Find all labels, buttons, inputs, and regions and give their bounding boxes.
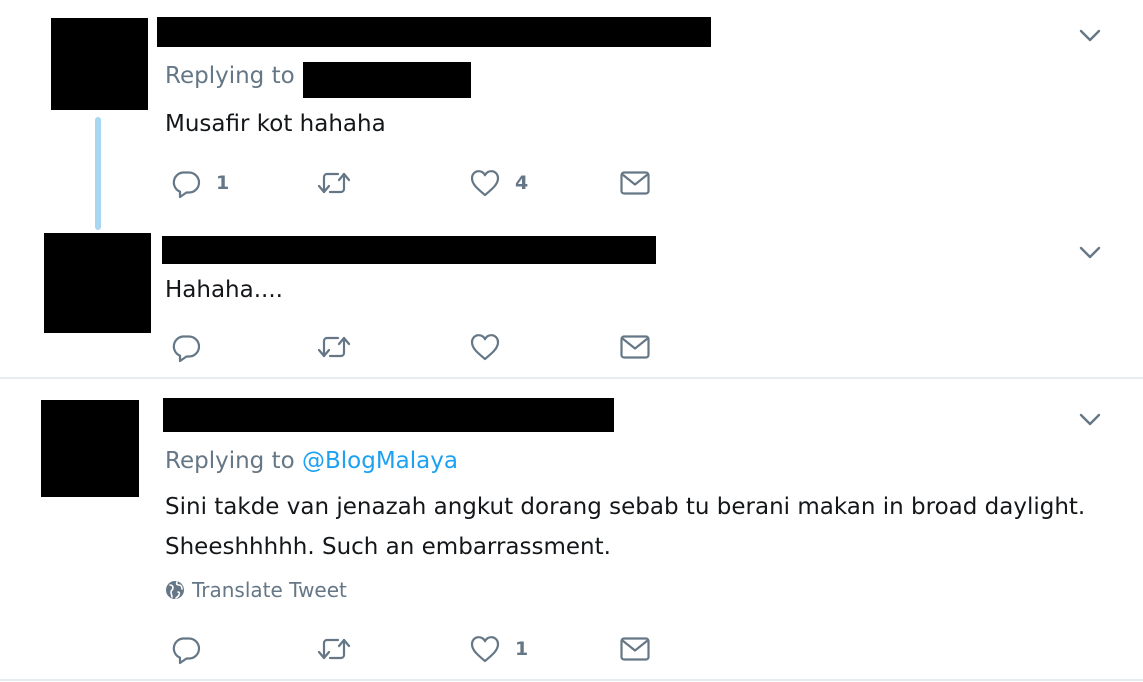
reply-icon: [170, 167, 202, 199]
like-button[interactable]: [469, 330, 515, 364]
direct-message-button[interactable]: [619, 330, 651, 364]
reply-icon: [170, 331, 202, 363]
thread-connector: [95, 117, 101, 230]
chevron-down-icon: [1079, 413, 1101, 427]
replying-to: Replying to: [165, 63, 295, 89]
heart-icon: [469, 331, 501, 363]
tweet-caret-button[interactable]: [1079, 412, 1101, 431]
avatar[interactable]: [44, 233, 151, 333]
tweet-text-line: Sini takde van jenazah angkut dorang seb…: [165, 494, 1086, 520]
retweet-icon: [316, 633, 352, 665]
tweet-text: Hahaha....: [165, 277, 283, 303]
retweet-icon: [316, 331, 352, 363]
author-name-redacted[interactable]: [162, 236, 656, 264]
retweet-button[interactable]: [316, 632, 352, 666]
tweet-caret-button[interactable]: [1079, 245, 1101, 264]
heart-icon: [469, 633, 501, 665]
avatar[interactable]: [51, 18, 148, 110]
reply-button[interactable]: 1: [170, 166, 229, 200]
reply-button[interactable]: [170, 632, 216, 666]
tweet-divider: [0, 679, 1143, 681]
translate-tweet-link[interactable]: Translate Tweet: [165, 578, 347, 602]
tweet-divider: [0, 377, 1143, 379]
like-count: 1: [515, 638, 529, 660]
author-name-redacted[interactable]: [163, 398, 614, 432]
retweet-icon: [316, 167, 352, 199]
envelope-icon: [619, 633, 651, 665]
retweet-button[interactable]: [316, 330, 352, 364]
replying-to-label: Replying to: [165, 448, 295, 474]
like-button[interactable]: 1: [469, 632, 528, 666]
translate-tweet-label: Translate Tweet: [192, 578, 347, 602]
replying-to: Replying to @BlogMalaya: [165, 448, 458, 474]
like-count: 4: [515, 172, 529, 194]
replying-to-label: Replying to: [165, 63, 295, 89]
replying-handle-redacted[interactable]: [303, 62, 471, 98]
avatar[interactable]: [41, 400, 139, 497]
tweet-text: Sini takde van jenazah angkut dorang seb…: [165, 487, 1085, 567]
direct-message-button[interactable]: [619, 166, 651, 200]
tweet-caret-button[interactable]: [1079, 28, 1101, 47]
envelope-icon: [619, 167, 651, 199]
globe-icon: [165, 580, 185, 600]
replying-handle-link[interactable]: @BlogMalaya: [302, 448, 458, 474]
tweet-text-line: Sheeshhhhh. Such an embarrassment.: [165, 534, 611, 560]
direct-message-button[interactable]: [619, 632, 651, 666]
heart-icon: [469, 167, 501, 199]
reply-icon: [170, 633, 202, 665]
retweet-button[interactable]: [316, 166, 352, 200]
envelope-icon: [619, 331, 651, 363]
reply-button[interactable]: [170, 330, 216, 364]
like-button[interactable]: 4: [469, 166, 528, 200]
chevron-down-icon: [1079, 246, 1101, 260]
tweet-text: Musafir kot hahaha: [165, 111, 386, 137]
chevron-down-icon: [1079, 29, 1101, 43]
author-name-redacted[interactable]: [157, 17, 711, 47]
reply-count: 1: [216, 172, 230, 194]
